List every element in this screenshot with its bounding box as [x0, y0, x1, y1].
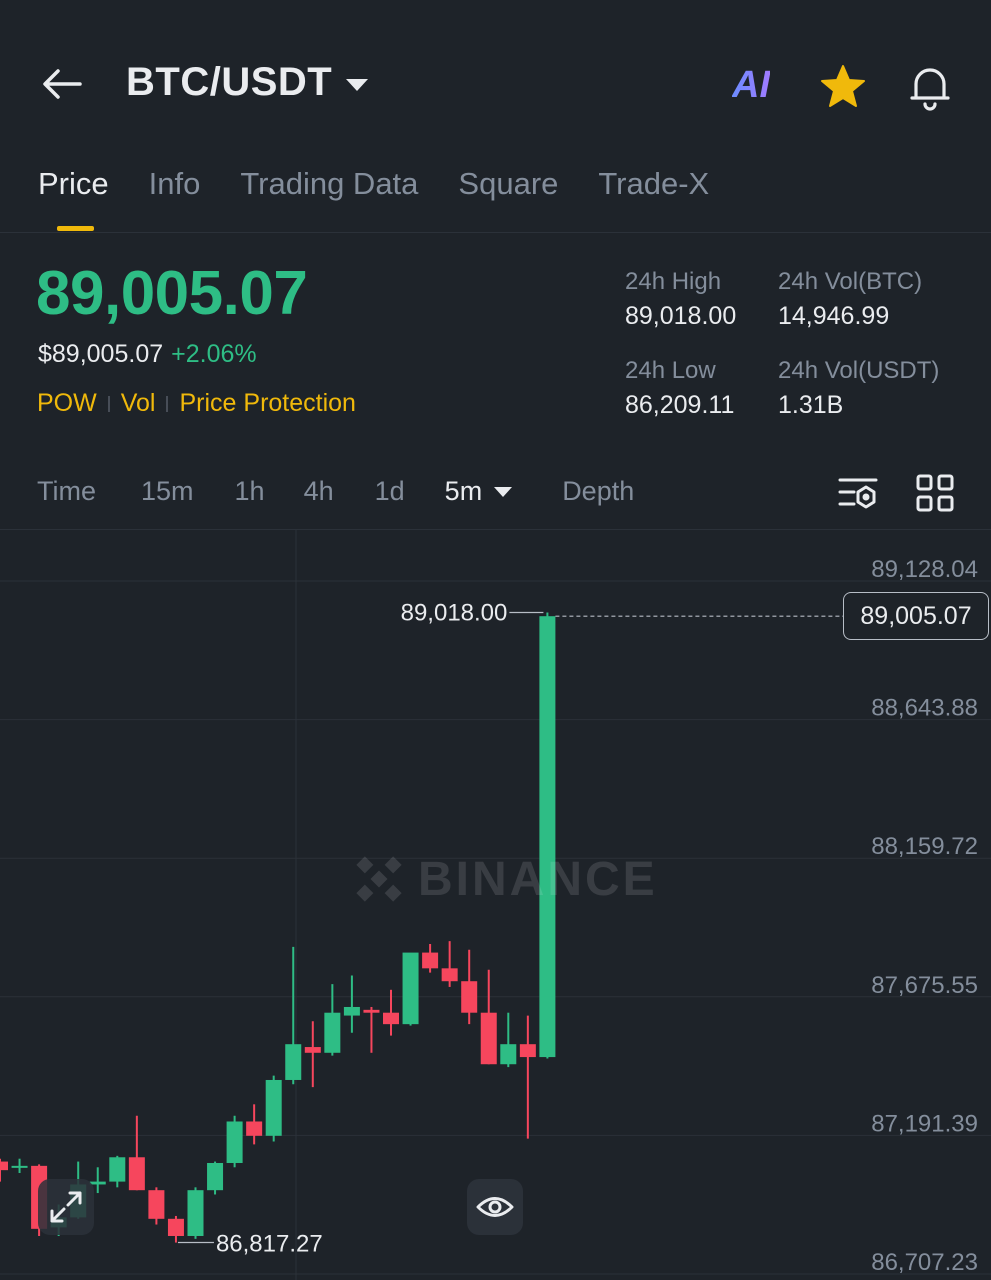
- stat-low-label: 24h Low: [625, 357, 716, 384]
- active-tab-indicator: [57, 226, 94, 231]
- visibility-toggle-button[interactable]: [467, 1179, 523, 1235]
- bell-icon[interactable]: [904, 60, 956, 112]
- chart-settings-icon[interactable]: [836, 472, 880, 516]
- ai-label: AI: [732, 64, 770, 106]
- last-price: 89,005.07: [36, 259, 308, 328]
- chevron-down-icon: [346, 78, 369, 91]
- grid-layout-icon[interactable]: [914, 472, 956, 514]
- tag-price-protection[interactable]: Price Protection: [179, 389, 355, 418]
- chevron-down-icon: [494, 486, 513, 497]
- tag-list: POW Vol Price Protection: [37, 389, 356, 418]
- interval-selected-label: 5m: [444, 476, 483, 506]
- stat-vol-btc-value: 14,946.99: [778, 302, 890, 330]
- stat-vol-usdt-label: 24h Vol(USDT): [778, 357, 940, 384]
- tab-trade-x[interactable]: Trade-X: [598, 166, 709, 202]
- candle-up: [402, 952, 419, 1025]
- current-price-label: 89,005.07: [843, 592, 989, 640]
- candle-down: [461, 981, 478, 1013]
- candle-up: [207, 1162, 224, 1191]
- binance-logo-icon: [356, 856, 402, 902]
- tag-separator: [166, 395, 169, 412]
- binance-watermark: BINANCE: [350, 850, 658, 908]
- favorite-star-icon[interactable]: [818, 62, 868, 112]
- candle-down: [363, 1009, 380, 1013]
- interval-1h[interactable]: 1h: [235, 476, 265, 507]
- stat-low-value: 86,209.11: [625, 391, 735, 419]
- candle-down: [148, 1190, 165, 1219]
- y-tick-label: 88,643.88: [871, 695, 978, 722]
- candle-down: [0, 1161, 8, 1171]
- interval-5m-selector[interactable]: 5m: [445, 476, 513, 507]
- candle-down: [128, 1157, 145, 1191]
- interval-4h[interactable]: 4h: [304, 476, 334, 507]
- y-tick-label: 87,191.39: [871, 1110, 978, 1137]
- stat-high-value: 89,018.00: [625, 302, 737, 330]
- expand-icon: [50, 1191, 82, 1223]
- interval-bar: Time 15m 1h 4h 1d 5m Depth: [37, 476, 634, 507]
- tab-price[interactable]: Price: [38, 166, 109, 202]
- interval-time[interactable]: Time: [37, 476, 96, 507]
- candle-down: [167, 1218, 184, 1236]
- tag-separator: [107, 395, 110, 412]
- eye-icon: [476, 1197, 514, 1217]
- usd-price-line: $89,005.07 +2.06%: [38, 340, 257, 369]
- candle-up: [109, 1157, 126, 1182]
- pair-selector[interactable]: BTC/USDT: [126, 60, 369, 105]
- tag-pow[interactable]: POW: [37, 389, 97, 418]
- depth-button[interactable]: Depth: [562, 476, 634, 507]
- candle-up: [226, 1121, 243, 1163]
- candle-down: [304, 1047, 321, 1053]
- usd-price: $89,005.07: [38, 340, 164, 368]
- candle-up: [324, 1012, 341, 1053]
- tab-trading-data[interactable]: Trading Data: [240, 166, 418, 202]
- low-marker-label: 86,817.27: [216, 1230, 323, 1257]
- candle-up: [343, 1006, 360, 1016]
- y-tick-label: 87,675.55: [871, 972, 978, 999]
- back-arrow-icon[interactable]: [40, 62, 84, 106]
- candle-down: [422, 952, 439, 969]
- candle-up: [285, 1044, 302, 1080]
- stat-high-label: 24h High: [625, 268, 722, 295]
- candle-down: [519, 1044, 536, 1058]
- tab-info[interactable]: Info: [149, 166, 201, 202]
- stat-vol-usdt-value: 1.31B: [778, 391, 844, 419]
- candle-up: [265, 1079, 282, 1136]
- fullscreen-button[interactable]: [38, 1179, 94, 1235]
- y-tick-label: 86,707.23: [871, 1249, 978, 1276]
- tab-bar: Price Info Trading Data Square Trade-X: [38, 166, 709, 202]
- candle-down: [480, 1012, 497, 1065]
- high-marker-label: 89,018.00: [401, 600, 508, 627]
- interval-1d[interactable]: 1d: [375, 476, 405, 507]
- stat-vol-btc-label: 24h Vol(BTC): [778, 268, 923, 295]
- candle-up: [187, 1190, 204, 1236]
- candle-up: [539, 616, 556, 1058]
- price-change-percent: +2.06%: [171, 340, 257, 368]
- y-tick-label: 89,128.04: [871, 556, 978, 583]
- tag-vol[interactable]: Vol: [121, 389, 156, 418]
- candle-down: [383, 1012, 399, 1025]
- interval-15m[interactable]: 15m: [141, 476, 194, 507]
- ai-button[interactable]: AI: [732, 64, 770, 107]
- pair-label: BTC/USDT: [126, 60, 333, 104]
- watermark-text: BINANCE: [418, 852, 658, 906]
- divider: [0, 232, 991, 233]
- tab-square[interactable]: Square: [458, 166, 558, 202]
- y-tick-label: 88,159.72: [871, 833, 978, 860]
- candle-down: [246, 1121, 263, 1136]
- candle-up: [500, 1044, 517, 1065]
- candle-down: [441, 968, 458, 982]
- candle-up: [11, 1165, 28, 1168]
